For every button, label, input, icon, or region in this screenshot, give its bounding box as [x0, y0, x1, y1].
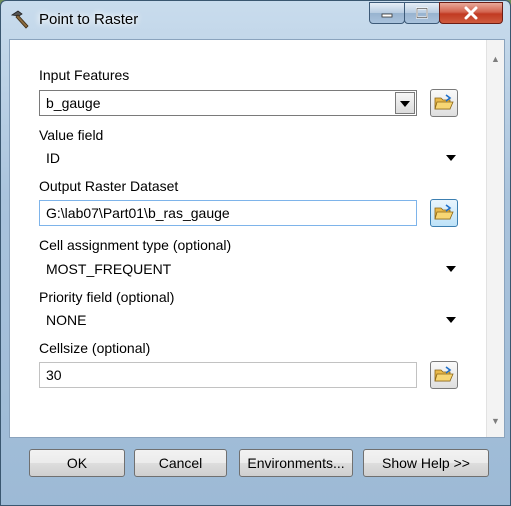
- folder-open-icon: [434, 94, 454, 110]
- minimize-icon: [381, 13, 393, 18]
- folder-open-icon: [434, 204, 454, 220]
- title-bar[interactable]: Point to Raster: [1, 1, 510, 39]
- chevron-down-icon: [446, 317, 456, 323]
- maximize-icon: [416, 7, 428, 19]
- scroll-up-icon[interactable]: ▲: [491, 54, 500, 64]
- input-features-value: b_gauge: [46, 95, 101, 111]
- scroll-down-icon[interactable]: ▼: [491, 416, 500, 426]
- output-raster-label: Output Raster Dataset: [39, 178, 179, 194]
- priority-field-label: Priority field (optional): [39, 289, 175, 305]
- priority-field-select[interactable]: NONE: [39, 307, 460, 333]
- cellsize-value: 30: [46, 367, 62, 383]
- cell-assignment-label: Cell assignment type (optional): [39, 237, 232, 253]
- cellsize-input[interactable]: 30: [39, 362, 417, 388]
- chevron-down-icon: [446, 155, 456, 161]
- priority-field-value: NONE: [46, 312, 87, 328]
- close-button[interactable]: [439, 2, 503, 24]
- output-raster-input[interactable]: G:\lab07\Part01\b_ras_gauge: [39, 200, 417, 226]
- hammer-icon: [9, 9, 31, 31]
- chevron-down-icon: [446, 266, 456, 272]
- environments-button[interactable]: Environments...: [239, 449, 353, 477]
- browse-input-features-button[interactable]: [430, 89, 458, 117]
- parameter-panel: Input Features b_gauge Value field ID Ou…: [9, 39, 505, 438]
- folder-open-icon: [434, 366, 454, 382]
- close-icon: [464, 6, 478, 20]
- cellsize-label: Cellsize (optional): [39, 340, 151, 356]
- cancel-button[interactable]: Cancel: [134, 449, 227, 477]
- value-field-label: Value field: [39, 127, 104, 143]
- cell-assignment-value: MOST_FREQUENT: [46, 261, 172, 277]
- value-field-select[interactable]: ID: [39, 145, 460, 171]
- chevron-down-icon: [400, 101, 410, 107]
- value-field-value: ID: [46, 150, 60, 166]
- vertical-scrollbar[interactable]: ▲ ▼: [486, 40, 504, 437]
- dropdown-button[interactable]: [395, 92, 415, 114]
- ok-button[interactable]: OK: [29, 449, 125, 477]
- minimize-button[interactable]: [369, 2, 405, 24]
- input-features-label: Input Features: [39, 67, 130, 83]
- output-raster-value: G:\lab07\Part01\b_ras_gauge: [46, 205, 230, 221]
- browse-output-raster-button[interactable]: [430, 199, 458, 227]
- cell-assignment-select[interactable]: MOST_FREQUENT: [39, 256, 460, 282]
- dialog-window: Point to Raster Input Features b_gauge V…: [0, 0, 511, 506]
- maximize-button[interactable]: [404, 2, 440, 24]
- input-features-combobox[interactable]: b_gauge: [39, 90, 417, 116]
- show-help-button[interactable]: Show Help >>: [363, 449, 489, 477]
- browse-cellsize-button[interactable]: [430, 361, 458, 389]
- window-title: Point to Raster: [39, 11, 139, 28]
